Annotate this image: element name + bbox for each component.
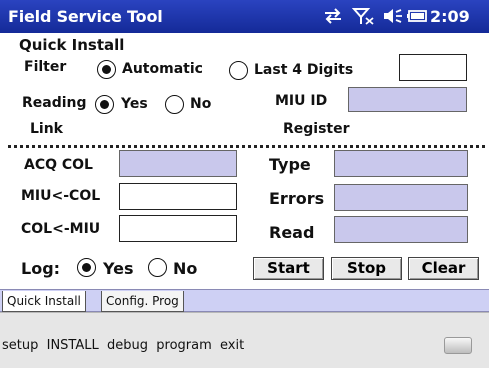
log-yes-label[interactable]: Yes: [103, 259, 134, 278]
log-no-radio[interactable]: [148, 258, 167, 277]
read-field[interactable]: [334, 216, 468, 243]
filter-automatic-label[interactable]: Automatic: [122, 61, 203, 77]
log-yes-radio[interactable]: [77, 258, 96, 277]
link-column-label: Link: [30, 121, 63, 137]
keyboard-icon[interactable]: [444, 337, 472, 354]
type-field[interactable]: [334, 150, 468, 177]
tab-strip: Quick Install Config. Prog: [0, 289, 489, 312]
type-label: Type: [269, 155, 311, 174]
filter-automatic-radio[interactable]: [97, 60, 116, 79]
sync-icon[interactable]: [322, 7, 344, 25]
tab-quick-install[interactable]: Quick Install: [2, 291, 86, 312]
register-column-label: Register: [283, 121, 350, 137]
read-label: Read: [269, 223, 315, 242]
miu-id-field[interactable]: [348, 87, 467, 112]
clock: 2:09: [430, 7, 470, 26]
start-button[interactable]: Start: [253, 257, 324, 280]
stop-button[interactable]: Stop: [331, 257, 402, 280]
no-signal-icon[interactable]: [352, 7, 376, 25]
acq-col-field[interactable]: [119, 150, 237, 177]
filter-last4-radio[interactable]: [229, 61, 248, 80]
acq-col-label: ACQ COL: [24, 157, 93, 173]
reading-no-radio[interactable]: [165, 95, 184, 114]
col-miu-field[interactable]: [119, 215, 237, 242]
clear-button[interactable]: Clear: [408, 257, 479, 280]
log-label: Log:: [21, 259, 61, 278]
tab-config-prog[interactable]: Config. Prog: [101, 291, 184, 312]
miu-id-label: MIU ID: [275, 93, 328, 109]
filter-last4-label[interactable]: Last 4 Digits: [254, 62, 353, 78]
section-title: Quick Install: [19, 36, 125, 54]
reading-label: Reading: [22, 95, 87, 111]
menu-bar: setup INSTALL debug program exit: [0, 312, 489, 368]
separator: [8, 145, 485, 148]
errors-label: Errors: [269, 189, 325, 208]
miu-col-label: MIU<-COL: [21, 188, 101, 204]
reading-no-label[interactable]: No: [190, 96, 211, 112]
app-title: Field Service Tool: [8, 7, 163, 26]
log-no-label[interactable]: No: [173, 259, 197, 278]
errors-field[interactable]: [334, 184, 468, 211]
title-bar: Field Service Tool 2:09: [0, 0, 489, 33]
reading-yes-radio[interactable]: [95, 95, 114, 114]
col-miu-label: COL<-MIU: [21, 221, 101, 237]
filter-label: Filter: [24, 59, 67, 75]
battery-icon[interactable]: [406, 7, 428, 25]
speaker-icon[interactable]: [382, 7, 404, 25]
miu-col-field[interactable]: [119, 183, 237, 210]
reading-yes-label[interactable]: Yes: [121, 96, 148, 112]
filter-digits-input[interactable]: [399, 54, 467, 81]
menu-items[interactable]: setup INSTALL debug program exit: [2, 338, 244, 353]
